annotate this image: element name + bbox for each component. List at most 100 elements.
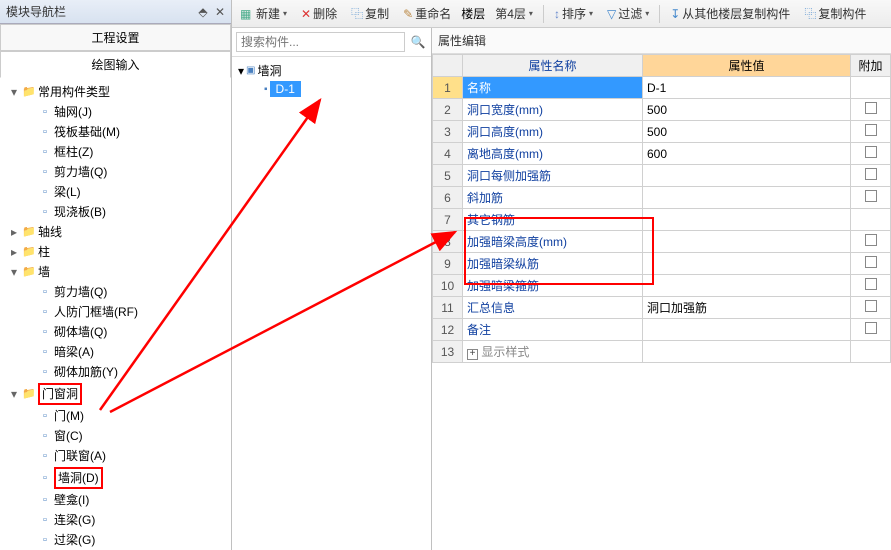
property-value[interactable] <box>643 209 851 231</box>
attach-checkbox[interactable] <box>851 165 891 187</box>
property-value[interactable]: 500 <box>643 99 851 121</box>
attach-checkbox[interactable] <box>851 209 891 231</box>
tree-node[interactable]: ▾📁门窗洞 <box>6 382 229 406</box>
tab-project-settings[interactable]: 工程设置 <box>0 24 231 51</box>
nav-tree[interactable]: ▾📁常用构件类型▫轴网(J)▫筏板基础(M)▫框柱(Z)▫剪力墙(Q)▫梁(L)… <box>2 82 229 550</box>
property-row[interactable]: 3洞口高度(mm)500 <box>433 121 891 143</box>
leaf-icon: ▫ <box>38 205 52 219</box>
tree-label: 暗梁(A) <box>54 343 94 361</box>
property-row[interactable]: 8加强暗梁高度(mm) <box>433 231 891 253</box>
leaf-icon: ▫ <box>38 365 52 379</box>
tree-node[interactable]: ▫框柱(Z) <box>22 142 229 162</box>
attach-checkbox[interactable] <box>851 187 891 209</box>
copy-component-button[interactable]: ⿻复制构件 <box>800 3 870 24</box>
tree-node[interactable]: ▫轴网(J) <box>22 102 229 122</box>
property-value[interactable] <box>643 187 851 209</box>
tree-node[interactable]: ▫壁龛(I) <box>22 490 229 510</box>
rename-button[interactable]: ✎重命名 <box>399 3 455 24</box>
property-name: 其它钢筋 <box>463 209 643 231</box>
tab-drawing-input[interactable]: 绘图输入 <box>0 51 231 78</box>
tree-node[interactable]: ▫砌体加筋(Y) <box>22 362 229 382</box>
sort-button[interactable]: ↕排序▾ <box>550 3 597 24</box>
copy-from-button[interactable]: ↧从其他楼层复制构件 <box>666 3 794 24</box>
property-value[interactable] <box>643 319 851 341</box>
tree-node[interactable]: ▫梁(L) <box>22 182 229 202</box>
property-row[interactable]: 9加强暗梁纵筋 <box>433 253 891 275</box>
tree-node[interactable]: ▫门(M) <box>22 406 229 426</box>
attach-checkbox[interactable] <box>851 77 891 99</box>
close-icon[interactable]: ✕ <box>215 5 225 19</box>
attach-checkbox[interactable] <box>851 143 891 165</box>
property-value[interactable] <box>643 341 851 363</box>
search-input[interactable] <box>236 32 405 52</box>
search-icon[interactable]: 🔍 <box>409 33 427 51</box>
property-value[interactable] <box>643 165 851 187</box>
delete-button[interactable]: ✕删除 <box>297 3 341 24</box>
property-row[interactable]: 10加强暗梁箍筋 <box>433 275 891 297</box>
tree-node[interactable]: ▫连梁(G) <box>22 510 229 530</box>
filter-button[interactable]: ▽过滤▾ <box>603 3 653 24</box>
component-tree[interactable]: ▾▣墙洞▪D-1 <box>232 57 431 102</box>
layer-selector[interactable]: 第4层▾ <box>491 3 537 24</box>
property-row[interactable]: 2洞口宽度(mm)500 <box>433 99 891 121</box>
attach-checkbox[interactable] <box>851 297 891 319</box>
main-toolbar: ▦新建▾ ✕删除 ⿻复制 ✎重命名 楼层 第4层▾ ↕排序▾ ▽过滤▾ ↧从其他… <box>232 0 891 28</box>
tree-node[interactable]: ▫砌体墙(Q) <box>22 322 229 342</box>
property-value[interactable]: D-1 <box>643 77 851 99</box>
tree-label: 常用构件类型 <box>38 83 110 101</box>
property-editor-title: 属性编辑 <box>432 28 891 54</box>
property-value[interactable]: 洞口加强筋 <box>643 297 851 319</box>
leaf-icon: ▫ <box>38 325 52 339</box>
attach-checkbox[interactable] <box>851 121 891 143</box>
copy-button[interactable]: ⿻复制 <box>347 3 393 24</box>
property-value[interactable] <box>643 253 851 275</box>
property-value[interactable] <box>643 275 851 297</box>
col-value: 属性值 <box>643 55 851 77</box>
property-row[interactable]: 13+ 显示样式 <box>433 341 891 363</box>
attach-checkbox[interactable] <box>851 231 891 253</box>
folder-icon: 📁 <box>22 387 36 401</box>
tree-node[interactable]: ▫暗梁(A) <box>22 342 229 362</box>
tree-node[interactable]: ▫过梁(G) <box>22 530 229 550</box>
pin-icon[interactable]: ⬘ <box>198 5 207 19</box>
expand-icon[interactable]: + <box>467 349 478 360</box>
attach-checkbox[interactable] <box>851 275 891 297</box>
attach-checkbox[interactable] <box>851 341 891 363</box>
property-row[interactable]: 1名称D-1 <box>433 77 891 99</box>
folder-icon: 📁 <box>22 85 36 99</box>
tree-label: 轴网(J) <box>54 103 92 121</box>
property-row[interactable]: 11汇总信息洞口加强筋 <box>433 297 891 319</box>
property-row[interactable]: 7其它钢筋 <box>433 209 891 231</box>
attach-checkbox[interactable] <box>851 253 891 275</box>
attach-checkbox[interactable] <box>851 99 891 121</box>
tree-node[interactable]: ▸📁柱 <box>6 242 229 262</box>
tree-node[interactable]: ▫门联窗(A) <box>22 446 229 466</box>
tree-node[interactable]: ▫剪力墙(Q) <box>22 162 229 182</box>
property-row[interactable]: 4离地高度(mm)600 <box>433 143 891 165</box>
property-row[interactable]: 6斜加筋 <box>433 187 891 209</box>
tree-node[interactable]: ▫剪力墙(Q) <box>22 282 229 302</box>
tree-node[interactable]: ▸📁轴线 <box>6 222 229 242</box>
property-table[interactable]: 属性名称 属性值 附加 1名称D-12洞口宽度(mm)5003洞口高度(mm)5… <box>432 54 891 363</box>
property-value[interactable] <box>643 231 851 253</box>
attach-checkbox[interactable] <box>851 319 891 341</box>
tree-node[interactable]: ▾📁常用构件类型 <box>6 82 229 102</box>
new-button[interactable]: ▦新建▾ <box>236 3 291 24</box>
tree-node[interactable]: ▫人防门框墙(RF) <box>22 302 229 322</box>
leaf-icon: ▫ <box>38 305 52 319</box>
property-row[interactable]: 5洞口每侧加强筋 <box>433 165 891 187</box>
component-icon: ▪ <box>264 84 268 95</box>
tree-node[interactable]: ▫墙洞(D) <box>22 466 229 490</box>
tree-node[interactable]: ▫现浇板(B) <box>22 202 229 222</box>
property-value[interactable]: 600 <box>643 143 851 165</box>
tree-node[interactable]: ▫筏板基础(M) <box>22 122 229 142</box>
property-value[interactable]: 500 <box>643 121 851 143</box>
property-row[interactable]: 12备注 <box>433 319 891 341</box>
component-item[interactable]: ▪D-1 <box>236 80 427 98</box>
component-root[interactable]: ▾▣墙洞 <box>236 61 427 80</box>
tree-label: 墙 <box>38 263 50 281</box>
tree-node[interactable]: ▫窗(C) <box>22 426 229 446</box>
tree-label: 门窗洞 <box>38 383 82 405</box>
tree-node[interactable]: ▾📁墙 <box>6 262 229 282</box>
tree-label: 梁(L) <box>54 183 81 201</box>
